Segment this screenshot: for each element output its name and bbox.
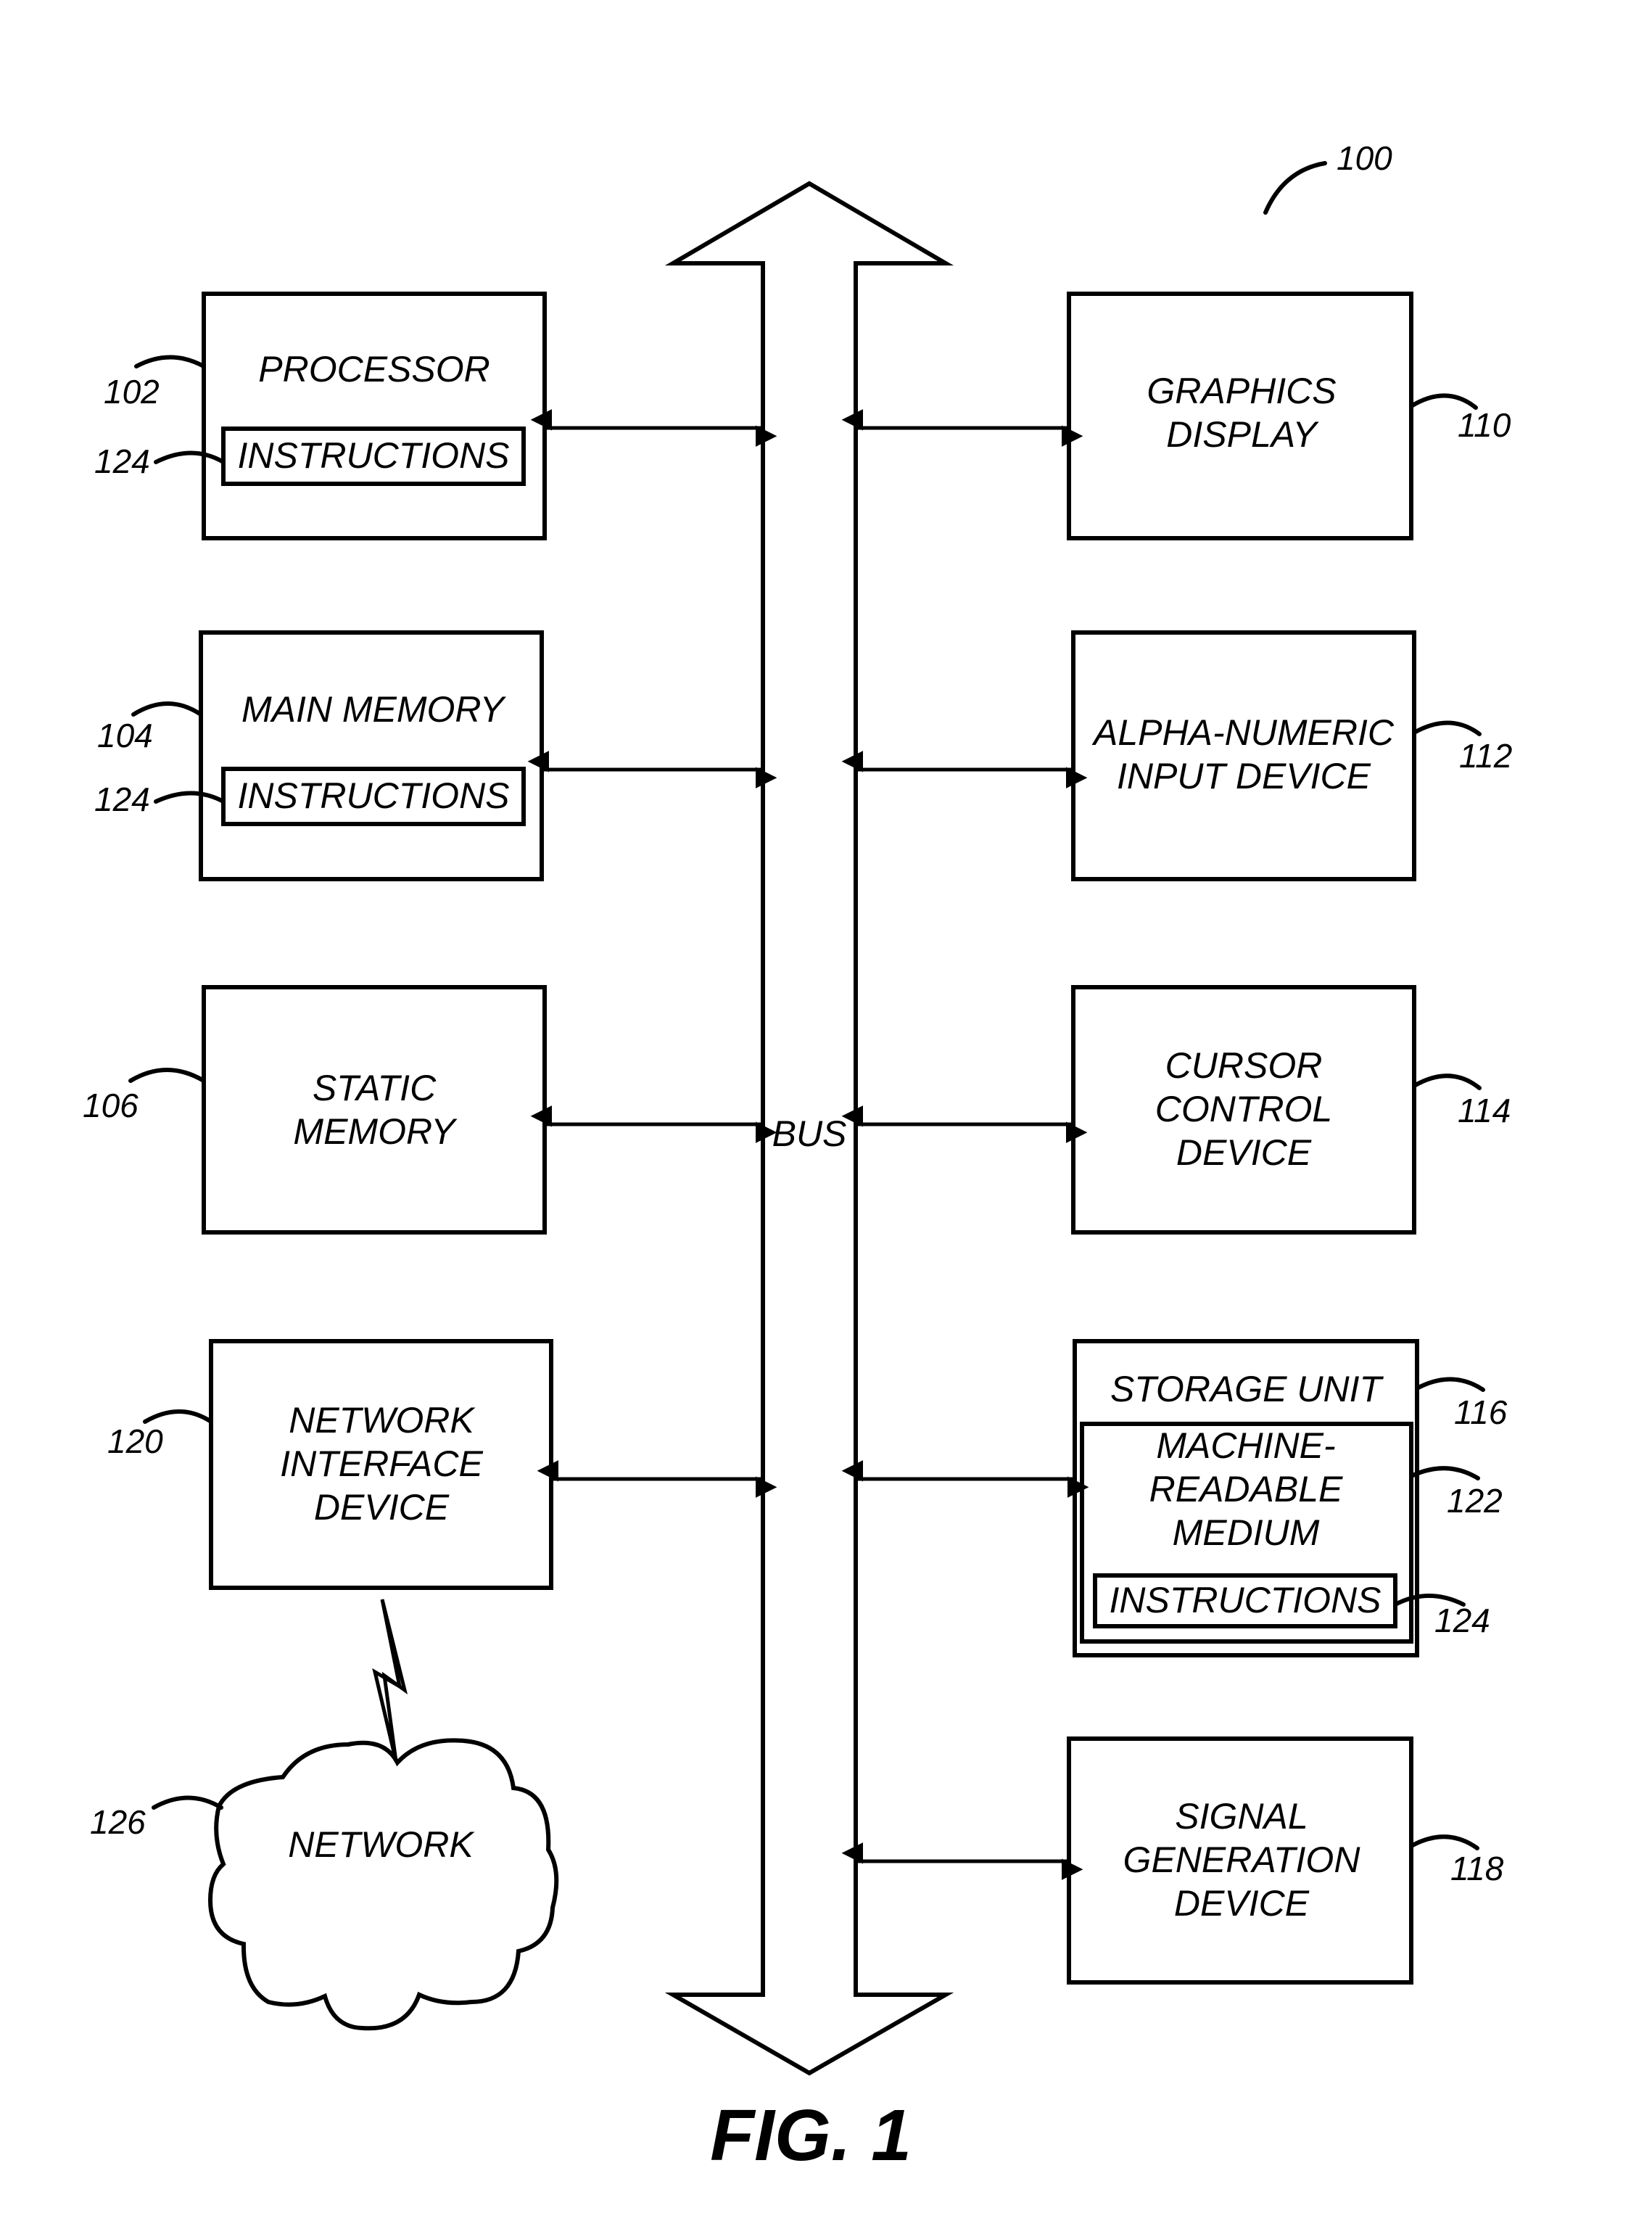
- ref-116: 116: [1454, 1393, 1508, 1431]
- leader-104: [131, 701, 203, 717]
- bus-label: BUS: [772, 1113, 847, 1154]
- signal-generation-block: SIGNAL GENERATION DEVICE: [1067, 1736, 1413, 1985]
- signal-generation-label-line3: DEVICE: [1174, 1883, 1310, 1924]
- leader-120: [143, 1409, 213, 1424]
- main-memory-instructions-label: INSTRUCTIONS: [238, 775, 510, 816]
- network-label: NETWORK: [288, 1824, 475, 1865]
- leader-116: [1415, 1377, 1485, 1392]
- machine-readable-medium-label-line1: MACHINE-: [1156, 1425, 1335, 1466]
- ref-124-processor: 124: [94, 442, 150, 480]
- processor-label: PROCESSOR: [258, 349, 490, 390]
- network-interface-label-line3: DEVICE: [314, 1487, 450, 1528]
- processor-block: PROCESSOR INSTRUCTIONS: [202, 292, 547, 540]
- ref-110: 110: [1458, 406, 1511, 444]
- machine-readable-medium-label-line2: READABLE: [1149, 1469, 1343, 1509]
- leader-114: [1412, 1074, 1482, 1090]
- cursor-control-label-line1: CURSOR: [1165, 1045, 1323, 1086]
- network-interface-block: NETWORK INTERFACE DEVICE: [209, 1339, 553, 1590]
- ref-124-main-memory: 124: [94, 780, 150, 818]
- static-memory-label-line2: MEMORY: [293, 1111, 458, 1152]
- static-memory-label-line1: STATIC: [313, 1068, 437, 1108]
- cursor-control-label-line3: DEVICE: [1176, 1132, 1312, 1173]
- ref-126: 126: [90, 1803, 146, 1841]
- ref-120: 120: [107, 1422, 163, 1460]
- alphanumeric-input-label-line2: INPUT DEVICE: [1117, 756, 1371, 796]
- cursor-control-label-line2: CONTROL: [1155, 1089, 1332, 1129]
- ref-124-storage: 124: [1434, 1602, 1490, 1639]
- ref-106: 106: [83, 1087, 139, 1124]
- alphanumeric-input-block: ALPHA-NUMERIC INPUT DEVICE: [1071, 630, 1416, 881]
- leader-112: [1412, 720, 1482, 736]
- signal-generation-label-line2: GENERATION: [1123, 1839, 1361, 1880]
- main-memory-label: MAIN MEMORY: [241, 689, 507, 730]
- network-interface-label-line2: INTERFACE: [280, 1443, 483, 1484]
- cursor-control-block: CURSOR CONTROL DEVICE: [1071, 985, 1416, 1235]
- ref-112: 112: [1459, 737, 1512, 775]
- cloud-icon: [207, 1738, 559, 2031]
- wireless-link-icon: [372, 1599, 408, 1762]
- main-memory-block: MAIN MEMORY INSTRUCTIONS: [199, 630, 544, 881]
- ref-102: 102: [104, 373, 160, 411]
- leader-126: [152, 1795, 223, 1810]
- storage-unit-block: STORAGE UNIT MACHINE- READABLE MEDIUM IN…: [1073, 1339, 1419, 1657]
- ref-122: 122: [1447, 1482, 1503, 1520]
- ref-104: 104: [97, 717, 153, 754]
- network-interface-label-line1: NETWORK: [289, 1400, 476, 1441]
- graphics-display-label-line2: DISPLAY: [1166, 414, 1319, 455]
- signal-generation-label-line1: SIGNAL: [1175, 1796, 1308, 1837]
- block-diagram: 100 BUS PROCESSOR INSTRUCTIONS 102 124 M…: [83, 139, 1512, 2176]
- storage-instructions-label: INSTRUCTIONS: [1110, 1580, 1382, 1620]
- leader-102: [134, 355, 206, 368]
- static-memory-block: STATIC MEMORY: [202, 985, 547, 1235]
- leader-122: [1409, 1466, 1480, 1480]
- ref-100: 100: [1337, 139, 1392, 177]
- graphics-display-label-line1: GRAPHICS: [1147, 371, 1336, 411]
- network-cloud: NETWORK: [207, 1738, 559, 2031]
- processor-instructions-label: INSTRUCTIONS: [238, 435, 510, 476]
- storage-unit-label: STORAGE UNIT: [1110, 1369, 1384, 1409]
- ref-118: 118: [1450, 1850, 1504, 1887]
- graphics-display-block: GRAPHICS DISPLAY: [1067, 292, 1413, 540]
- alphanumeric-input-label-line1: ALPHA-NUMERIC: [1091, 712, 1395, 753]
- machine-readable-medium-label-line3: MEDIUM: [1173, 1512, 1320, 1553]
- leader-118: [1409, 1834, 1479, 1850]
- leader-106: [128, 1068, 206, 1083]
- figure-caption: FIG. 1: [710, 2095, 912, 2176]
- ref-114: 114: [1458, 1092, 1511, 1129]
- leader-100: [1263, 161, 1327, 215]
